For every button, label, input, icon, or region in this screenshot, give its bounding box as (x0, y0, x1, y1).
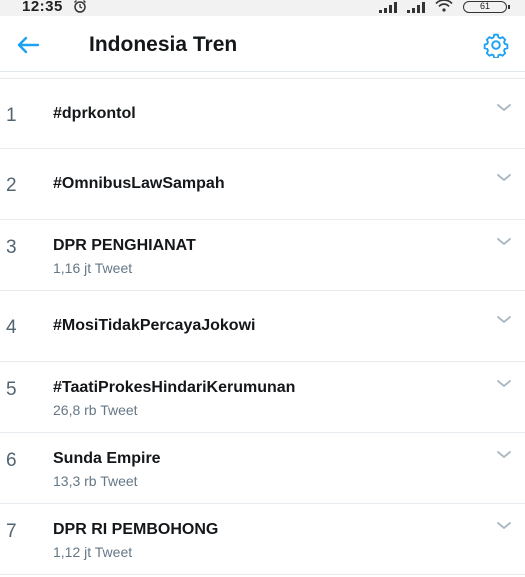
trend-rank: 4 (6, 317, 17, 338)
battery-icon: 61 (463, 1, 510, 13)
back-arrow-icon (17, 36, 40, 54)
trend-name: #OmnibusLawSampah (53, 175, 225, 192)
trend-name: Sunda Empire (53, 450, 161, 467)
trend-tweet-count: 26,8 rb Tweet (53, 402, 138, 418)
list-item[interactable]: 6 Sunda Empire 13,3 rb Tweet (0, 433, 525, 504)
list-item[interactable]: 3 DPR PENGHIANAT 1,16 jt Tweet (0, 220, 525, 291)
trend-rank: 3 (6, 237, 17, 258)
chevron-down-icon[interactable] (495, 377, 513, 391)
status-bar: 12:35 61 (0, 0, 525, 16)
battery-level: 61 (479, 1, 490, 11)
trend-name: DPR PENGHIANAT (53, 237, 196, 254)
trend-rank: 5 (6, 379, 17, 400)
status-time: 12:35 (22, 0, 63, 15)
list-item[interactable]: 7 DPR RI PEMBOHONG 1,12 jt Tweet (0, 504, 525, 575)
chevron-down-icon[interactable] (495, 171, 513, 185)
trend-tweet-count: 1,12 jt Tweet (53, 544, 133, 560)
alarm-icon (73, 0, 87, 17)
signal-icon (407, 1, 425, 13)
trend-tweet-count: 1,16 jt Tweet (53, 260, 133, 276)
app-header: Indonesia Tren (0, 16, 525, 72)
trend-rank: 1 (6, 105, 17, 126)
gear-icon (483, 33, 509, 58)
list-item[interactable]: 5 #TaatiProkesHindariKerumunan 26,8 rb Twe… (0, 362, 525, 433)
trend-tweet-count: 13,3 rb Tweet (53, 473, 138, 489)
list-item[interactable]: 1 #dprkontol (0, 78, 525, 149)
list-item[interactable]: 2 #OmnibusLawSampah (0, 149, 525, 220)
trend-rank: 6 (6, 450, 17, 471)
wifi-icon (435, 0, 453, 16)
trend-rank: 7 (6, 521, 17, 542)
chevron-down-icon[interactable] (495, 101, 513, 115)
chevron-down-icon[interactable] (495, 235, 513, 249)
chevron-down-icon[interactable] (495, 313, 513, 327)
settings-button[interactable] (481, 30, 511, 60)
signal-icon (379, 1, 397, 13)
trend-name: #TaatiProkesHindariKerumunan (53, 379, 296, 396)
back-button[interactable] (12, 30, 44, 60)
page-title: Indonesia Tren (89, 33, 238, 56)
chevron-down-icon[interactable] (495, 519, 513, 533)
list-item[interactable]: 4 #MosiTidakPercayaJokowi (0, 291, 525, 362)
chevron-down-icon[interactable] (495, 448, 513, 462)
trend-name: #MosiTidakPercayaJokowi (53, 317, 256, 334)
trend-name: #dprkontol (53, 105, 136, 122)
trends-list: 1 #dprkontol 2 #OmnibusLawSampah 3 DPR PENGHI… (0, 78, 525, 575)
trend-name: DPR RI PEMBOHONG (53, 521, 219, 538)
trend-rank: 2 (6, 175, 17, 196)
